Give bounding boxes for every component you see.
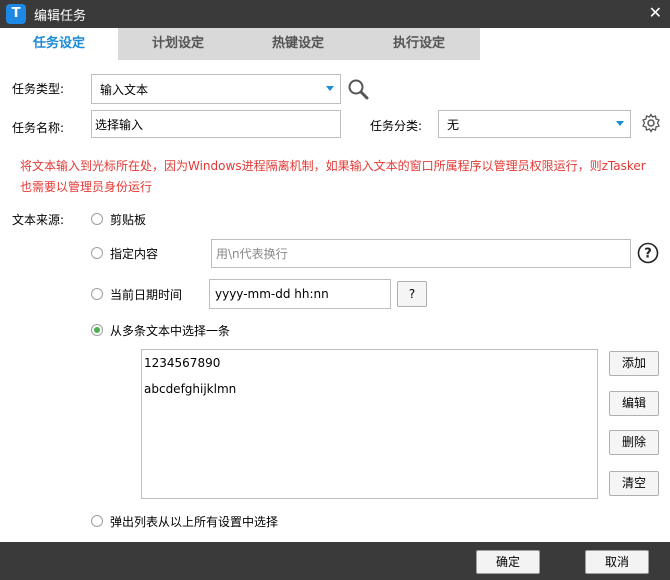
tab-bar: 任务设定 计划设定 热键设定 执行设定 <box>0 28 670 60</box>
search-icon[interactable] <box>347 78 369 100</box>
tab-execution-settings[interactable]: 执行设定 <box>358 28 480 60</box>
cancel-button[interactable]: 取消 <box>585 550 649 574</box>
edit-task-window: T 编辑任务 ✕ 任务设定 计划设定 热键设定 执行设定 任务类型: 输入文本 … <box>0 0 670 580</box>
task-type-label: 任务类型: <box>12 82 65 96</box>
task-category-value: 无 <box>447 117 460 132</box>
svg-text:?: ? <box>644 247 652 262</box>
app-logo-icon: T <box>6 4 26 24</box>
task-name-value: 选择输入 <box>95 117 144 132</box>
chevron-down-icon <box>616 121 624 126</box>
task-category-dropdown[interactable]: 无 <box>438 110 631 138</box>
task-name-input[interactable]: 选择输入 <box>91 110 341 138</box>
radio-clipboard[interactable] <box>91 213 103 225</box>
radio-select-from-multiple-label[interactable]: 从多条文本中选择一条 <box>110 322 230 339</box>
datetime-format-value: yyyy-mm-dd hh:nn <box>215 287 329 301</box>
admin-warning-text: 将文本输入到光标所在处，因为Windows进程隔离机制，如果输入文本的窗口所属程… <box>20 156 660 198</box>
gear-icon[interactable] <box>641 113 661 133</box>
task-type-value: 输入文本 <box>100 82 149 97</box>
tab-task-settings[interactable]: 任务设定 <box>0 28 118 60</box>
radio-popup-list-label[interactable]: 弹出列表从以上所有设置中选择 <box>110 513 278 530</box>
radio-current-datetime[interactable] <box>91 288 103 300</box>
task-type-dropdown[interactable]: 输入文本 <box>91 74 341 104</box>
list-item[interactable]: 1234567890 <box>144 356 220 370</box>
edit-button[interactable]: 编辑 <box>609 391 659 416</box>
task-name-label: 任务名称: <box>12 121 65 135</box>
close-icon[interactable]: ✕ <box>649 3 662 22</box>
list-item[interactable]: abcdefghijklmn <box>144 382 236 396</box>
radio-specified-content-label[interactable]: 指定内容 <box>110 245 158 262</box>
warning-line-1: 将文本输入到光标所在处，因为Windows进程隔离机制，如果输入文本的窗口所属程… <box>20 159 646 173</box>
window-title: 编辑任务 <box>34 9 87 24</box>
ok-button[interactable]: 确定 <box>476 550 540 574</box>
chevron-down-icon <box>326 86 334 91</box>
text-source-label: 文本来源: <box>12 213 65 227</box>
warning-line-2: 也需要以管理员身份运行 <box>20 180 153 194</box>
tab-schedule-settings[interactable]: 计划设定 <box>118 28 238 60</box>
tab-hotkey-settings[interactable]: 热键设定 <box>238 28 358 60</box>
title-bar: T 编辑任务 ✕ <box>0 0 670 28</box>
specified-content-input[interactable]: 用\n代表换行 <box>211 239 631 268</box>
delete-button[interactable]: 删除 <box>609 430 659 455</box>
datetime-format-input[interactable]: yyyy-mm-dd hh:nn <box>209 279 391 309</box>
radio-specified-content[interactable] <box>91 247 103 259</box>
radio-current-datetime-label[interactable]: 当前日期时间 <box>110 286 182 303</box>
clear-button[interactable]: 清空 <box>609 471 659 496</box>
help-circle-icon[interactable]: ? <box>637 242 659 264</box>
add-button[interactable]: 添加 <box>609 351 659 376</box>
text-list[interactable]: 1234567890 abcdefghijklmn <box>141 349 598 499</box>
dialog-footer: 确定 取消 <box>0 542 670 580</box>
radio-popup-list[interactable] <box>91 515 103 527</box>
task-category-label: 任务分类: <box>370 119 423 133</box>
datetime-format-help-button[interactable]: ? <box>397 281 427 307</box>
radio-select-from-multiple[interactable] <box>91 324 103 336</box>
radio-clipboard-label[interactable]: 剪贴板 <box>110 211 146 228</box>
specified-content-placeholder: 用\n代表换行 <box>216 247 288 261</box>
